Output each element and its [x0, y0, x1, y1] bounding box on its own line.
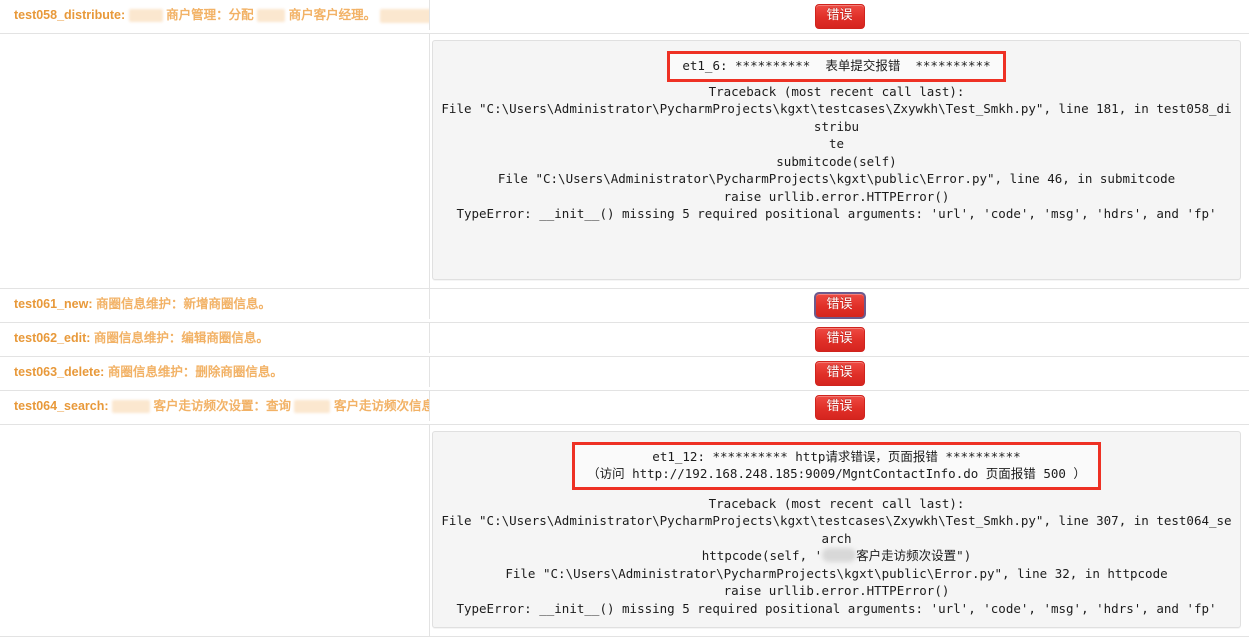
case-description-part-1: 客户走访频次设置：查询	[153, 399, 291, 413]
redacted-block	[129, 9, 163, 22]
case-description-part-2: 商户客户经理。	[289, 8, 377, 22]
table-row: test064_search: 客户走访频次设置：查询 客户走访频次信息。 错误	[0, 391, 1249, 425]
status-badge-error[interactable]: 错误	[815, 293, 865, 318]
traceback-panel-row: et1_12: ********** http请求错误，页面报错 *******…	[0, 425, 1249, 637]
table-row: test063_delete: 商圈信息维护：删除商圈信息。 错误	[0, 357, 1249, 391]
error-headline-text-line-2: （访问 http://192.168.248.185:9009/MgntCont…	[587, 465, 1086, 483]
status-badge-error[interactable]: 错误	[815, 361, 865, 386]
redacted-block	[822, 548, 856, 562]
case-status-cell: 错误	[430, 391, 1249, 424]
case-description-part-2: 客户走访频次信息。	[334, 399, 430, 413]
traceback-line: File "C:\Users\Administrator\PycharmProj…	[439, 170, 1234, 188]
error-headline-text-line-1: et1_12: ********** http请求错误，页面报错 *******…	[587, 448, 1086, 466]
traceback-spacer	[0, 34, 430, 288]
table-row: test058_distribute: 商户管理：分配 商户客户经理。 错误	[0, 0, 1249, 34]
traceback-line: raise urllib.error.HTTPError()	[439, 188, 1234, 206]
traceback-line: submitcode(self)	[439, 153, 1234, 171]
traceback-panel-row: et1_6: ********** 表单提交报错 ********** Trac…	[0, 34, 1249, 289]
redacted-block	[257, 9, 285, 22]
traceback-line: TypeError: __init__() missing 5 required…	[439, 205, 1234, 223]
case-id-label: test063_delete:	[14, 365, 104, 379]
case-id-label: test062_edit:	[14, 331, 90, 345]
traceback-line: Traceback (most recent call last):	[439, 83, 1234, 101]
redacted-block	[112, 400, 150, 413]
table-row: test062_edit: 商圈信息维护：编辑商圈信息。 错误	[0, 323, 1249, 357]
traceback-line: File "C:\Users\Administrator\PycharmProj…	[439, 565, 1234, 583]
case-status-cell: 错误	[430, 0, 1249, 33]
case-status-cell: 错误	[430, 357, 1249, 390]
case-name-cell: test064_search: 客户走访频次设置：查询 客户走访频次信息。	[0, 391, 430, 421]
case-status-cell: 错误	[430, 289, 1249, 322]
case-description-part-1: 商户管理：分配	[166, 8, 254, 22]
case-name-cell: test063_delete: 商圈信息维护：删除商圈信息。	[0, 357, 430, 387]
table-row: test061_new: 商圈信息维护：新增商圈信息。 错误	[0, 289, 1249, 323]
traceback-panel-wrap: et1_12: ********** http请求错误，页面报错 *******…	[430, 425, 1249, 637]
redacted-block	[294, 400, 330, 413]
traceback-line: TypeError: __init__() missing 5 required…	[439, 600, 1234, 618]
case-name-cell: test061_new: 商圈信息维护：新增商圈信息。	[0, 289, 430, 319]
status-badge-error[interactable]: 错误	[815, 4, 865, 29]
traceback-panel-wrap: et1_6: ********** 表单提交报错 ********** Trac…	[430, 34, 1249, 288]
case-name-cell: test062_edit: 商圈信息维护：编辑商圈信息。	[0, 323, 430, 353]
error-headline-text: et1_6: ********** 表单提交报错 **********	[682, 57, 990, 75]
status-badge-error[interactable]: 错误	[815, 327, 865, 352]
traceback-panel: et1_12: ********** http请求错误，页面报错 *******…	[432, 431, 1241, 629]
case-id-label: test064_search:	[14, 399, 109, 413]
traceback-line-with-redaction: httpcode(self, '客户走访频次设置")	[439, 547, 1234, 565]
traceback-line: raise urllib.error.HTTPError()	[439, 582, 1234, 600]
error-headline-highlight: et1_6: ********** 表单提交报错 **********	[667, 51, 1005, 82]
case-status-cell: 错误	[430, 323, 1249, 356]
case-description: 商圈信息维护：编辑商圈信息。	[94, 331, 269, 345]
traceback-line: File "C:\Users\Administrator\PycharmProj…	[439, 100, 1234, 135]
traceback-line: File "C:\Users\Administrator\PycharmProj…	[439, 512, 1234, 547]
traceback-spacer	[0, 425, 430, 637]
status-badge-error[interactable]: 错误	[815, 395, 865, 420]
case-id-label: test061_new:	[14, 297, 93, 311]
case-name-cell: test058_distribute: 商户管理：分配 商户客户经理。	[0, 0, 430, 30]
traceback-line: Traceback (most recent call last):	[439, 495, 1234, 513]
case-description: 商圈信息维护：删除商圈信息。	[108, 365, 283, 379]
test-report: test058_distribute: 商户管理：分配 商户客户经理。 错误 e…	[0, 0, 1249, 637]
error-headline-highlight: et1_12: ********** http请求错误，页面报错 *******…	[572, 442, 1101, 490]
case-description: 商圈信息维护：新增商圈信息。	[96, 297, 271, 311]
traceback-line: te	[439, 135, 1234, 153]
case-id-label: test058_distribute:	[14, 8, 125, 22]
redacted-block	[380, 9, 430, 23]
traceback-panel: et1_6: ********** 表单提交报错 ********** Trac…	[432, 40, 1241, 280]
traceback-bottom-padding	[439, 223, 1234, 269]
